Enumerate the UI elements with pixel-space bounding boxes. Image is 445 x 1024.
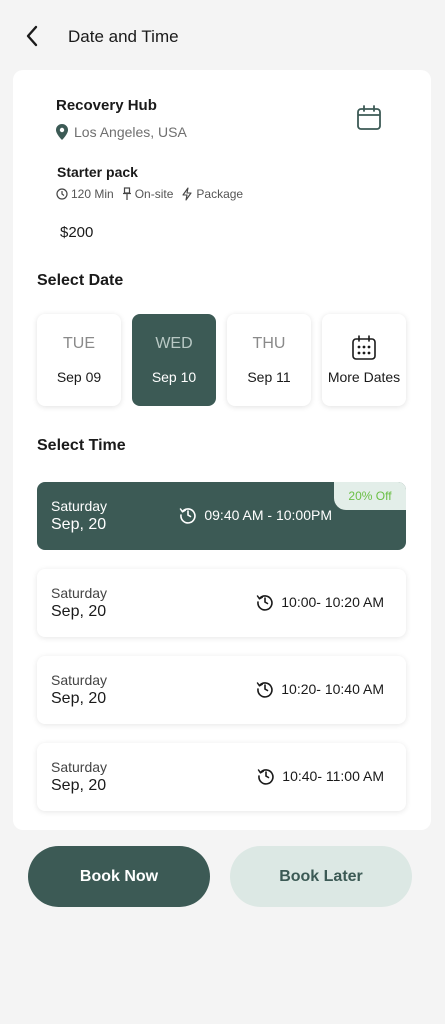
calendar-grid-icon xyxy=(352,334,376,360)
book-later-button[interactable]: Book Later xyxy=(230,846,412,907)
back-button[interactable] xyxy=(20,24,44,48)
select-time-title: Select Time xyxy=(37,437,126,454)
date-option-tue[interactable]: TUE Sep 09 xyxy=(37,314,121,406)
chevron-left-icon xyxy=(26,25,38,47)
time-slot-3[interactable]: Saturday Sep, 20 10:20- 10:40 AM xyxy=(37,656,406,724)
package-name: Starter pack xyxy=(57,164,138,180)
slot-time: 10:00- 10:20 AM xyxy=(256,593,384,611)
date-option-thu[interactable]: THU Sep 11 xyxy=(227,314,311,406)
slot-date: Sep, 20 xyxy=(51,516,107,533)
slot-time-text: 10:00- 10:20 AM xyxy=(281,594,384,610)
time-slot-2[interactable]: Saturday Sep, 20 10:00- 10:20 AM xyxy=(37,569,406,637)
date-weekday: WED xyxy=(155,335,193,352)
time-slot-1[interactable]: 20% Off Saturday Sep, 20 09:40 AM - 10:0… xyxy=(37,482,406,550)
date-weekday: TUE xyxy=(63,335,95,352)
slot-day: Saturday xyxy=(51,759,108,775)
price: $200 xyxy=(60,224,94,241)
package-meta: 120 Min On-site Package xyxy=(56,187,251,201)
slot-date: Sep, 20 xyxy=(51,690,107,707)
clock-history-icon xyxy=(257,682,273,698)
book-now-button[interactable]: Book Now xyxy=(28,846,210,907)
slot-time-text: 09:40 AM - 10:00PM xyxy=(204,507,332,523)
slot-date: Sep, 20 xyxy=(51,777,107,794)
location-text: Los Angeles, USA xyxy=(74,124,187,140)
slot-time: 10:20- 10:40 AM xyxy=(256,680,384,698)
more-dates-button[interactable]: More Dates xyxy=(322,314,406,406)
type-item: Package xyxy=(181,187,243,201)
date-day: Sep 09 xyxy=(56,369,102,385)
select-date-title: Select Date xyxy=(37,272,124,289)
clock-history-icon xyxy=(258,769,275,785)
clock-history-icon xyxy=(257,595,273,611)
venue-location: Los Angeles, USA xyxy=(56,124,187,140)
map-pin-icon xyxy=(56,124,68,140)
clock-icon xyxy=(56,188,68,200)
date-day: Sep 10 xyxy=(151,369,197,385)
time-slot-4[interactable]: Saturday Sep, 20 10:40- 11:00 AM xyxy=(37,743,406,811)
slot-date: Sep, 20 xyxy=(51,603,107,620)
duration-item: 120 Min xyxy=(56,187,114,201)
pin-icon xyxy=(122,187,131,200)
slot-day: Saturday xyxy=(51,672,108,688)
slot-time: 10:40- 11:00 AM xyxy=(257,767,384,785)
type-text: Package xyxy=(196,187,244,201)
slot-day: Saturday xyxy=(51,498,108,514)
top-bar: Date and Time xyxy=(0,0,445,70)
venue-name: Recovery Hub xyxy=(56,97,157,114)
date-option-wed[interactable]: WED Sep 10 xyxy=(132,314,216,406)
slot-time-text: 10:20- 10:40 AM xyxy=(281,681,384,697)
page-title: Date and Time xyxy=(68,27,179,46)
date-weekday: THU xyxy=(252,335,286,352)
calendar-button[interactable] xyxy=(355,104,383,132)
date-day: Sep 11 xyxy=(247,369,291,385)
more-dates-label: More Dates xyxy=(327,368,401,385)
clock-history-icon xyxy=(180,508,197,524)
discount-badge: 20% Off xyxy=(334,482,406,510)
slot-time-text: 10:40- 11:00 AM xyxy=(282,768,384,784)
slot-day: Saturday xyxy=(51,585,108,601)
duration-text: 120 Min xyxy=(71,187,114,201)
slot-time: 09:40 AM - 10:00PM xyxy=(179,506,332,524)
mode-item: On-site xyxy=(122,187,174,201)
calendar-icon xyxy=(357,105,381,130)
mode-text: On-site xyxy=(134,187,174,201)
lightning-icon xyxy=(182,187,192,201)
